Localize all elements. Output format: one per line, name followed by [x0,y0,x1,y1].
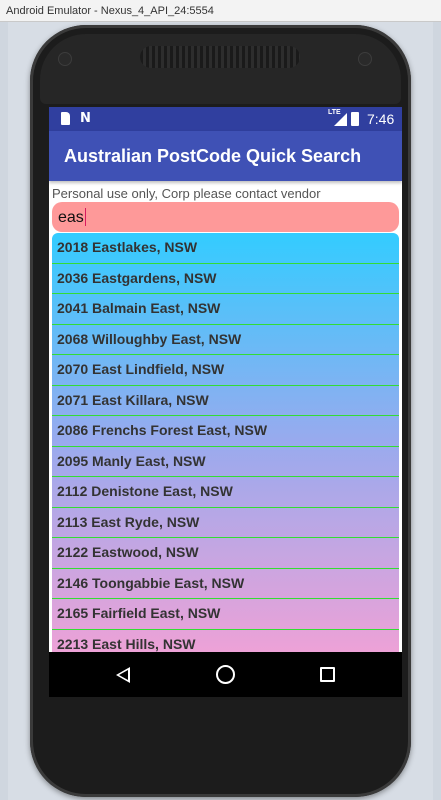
list-item[interactable]: 2086 Frenchs Forest East, NSW [52,416,399,447]
speaker-grille [140,46,300,68]
list-item-label: 2041 Balmain East, NSW [57,300,221,316]
back-icon[interactable] [116,667,130,683]
list-item-label: 2112 Denistone East, NSW [57,483,233,499]
sd-card-icon [61,112,70,125]
search-input-value[interactable]: eas [58,208,86,227]
list-item-label: 2036 Eastgardens, NSW [57,269,217,286]
status-bar: N LTE 7:46 [49,107,402,131]
list-item-label: 2113 East Ryde, NSW [57,513,200,530]
results-list[interactable]: 2018 Eastlakes, NSW 2036 Eastgardens, NSW… [52,233,399,697]
list-item[interactable]: 2095 Manly East, NSW [52,447,399,477]
list-item[interactable]: 2070 East Lindfield, NSW [52,355,399,386]
list-item[interactable]: 2018 Eastlakes, NSW [52,233,399,264]
signal-icon [334,113,347,126]
status-time: 7:46 [367,111,395,127]
window-right-edge [433,22,441,800]
list-item-label: 2146 Toongabbie East, NSW [57,574,245,591]
list-item[interactable]: 2112 Denistone East, NSW [52,477,399,508]
list-item-label: 2070 East Lindfield, NSW [57,361,225,377]
list-item-label: 2165 Fairfield East, NSW [57,605,221,621]
list-item[interactable]: 2036 Eastgardens, NSW [52,264,399,294]
navigation-bar [49,652,402,697]
battery-icon [351,112,359,126]
list-item[interactable]: 2122 Eastwood, NSW [52,538,399,569]
list-item[interactable]: 2068 Willoughby East, NSW [52,325,399,355]
list-item-label: 2018 Eastlakes, NSW [57,239,198,255]
list-item-label: 2068 Willoughby East, NSW [57,330,242,347]
search-input[interactable]: eas [52,202,399,232]
recents-icon[interactable] [320,667,335,682]
window-left-edge [0,22,8,800]
list-item-label: 2095 Manly East, NSW [57,452,206,469]
list-item[interactable]: 2113 East Ryde, NSW [52,508,399,538]
list-item[interactable]: 2146 Toongabbie East, NSW [52,569,399,599]
home-icon[interactable] [216,665,235,684]
list-item-label: 2071 East Killara, NSW [57,391,209,408]
usage-notice: Personal use only, Corp please contact v… [52,186,321,201]
app-title: Australian PostCode Quick Search [64,146,362,166]
emulator-window-title: Android Emulator - Nexus_4_API_24:5554 [0,0,441,22]
list-item[interactable]: 2071 East Killara, NSW [52,386,399,416]
list-item[interactable]: 2165 Fairfield East, NSW [52,599,399,630]
list-item-label: 2122 Eastwood, NSW [57,544,199,560]
phone-top-bezel [40,34,401,104]
proximity-sensor-icon [358,52,372,66]
text-cursor [84,208,86,226]
front-camera-icon [58,52,72,66]
list-item[interactable]: 2041 Balmain East, NSW [52,294,399,325]
app-bar: Australian PostCode Quick Search [49,131,402,181]
phone-screen: N LTE 7:46 Australian PostCode Quick Sea… [49,107,402,697]
n-notification-icon: N [80,111,91,126]
list-item-label: 2086 Frenchs Forest East, NSW [57,422,268,438]
